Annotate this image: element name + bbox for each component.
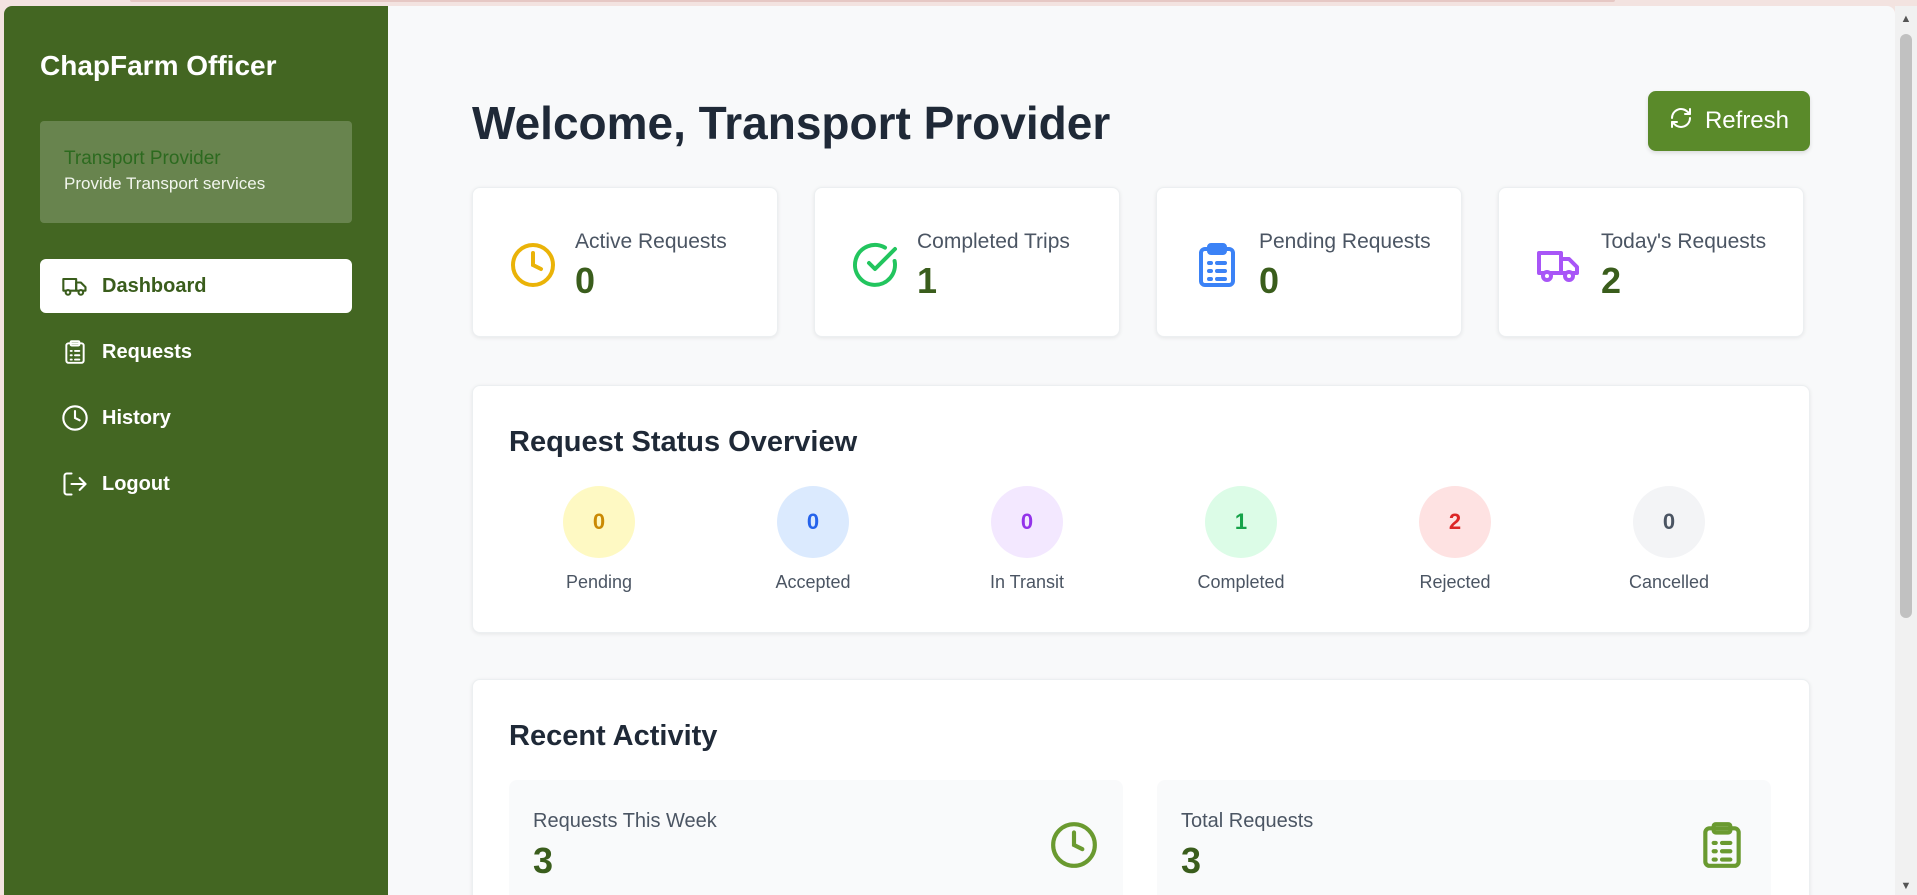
clock-icon <box>1049 820 1099 870</box>
sidebar-item-label: Requests <box>102 340 193 363</box>
status-label: Completed <box>1197 572 1285 592</box>
status-pending: 0 Pending <box>529 486 669 593</box>
sidebar-item-label: Dashboard <box>102 274 207 297</box>
clock-icon <box>509 241 557 289</box>
status-label: Rejected <box>1419 572 1491 592</box>
app-window: ChapFarm Officer Transport Provider Prov… <box>4 6 1895 895</box>
stat-card-pending-requests: Pending Requests 0 <box>1156 187 1462 337</box>
status-count: 1 <box>1205 486 1277 558</box>
stat-card-todays-requests: Today's Requests 2 <box>1498 187 1804 337</box>
page-title: Welcome, Transport Provider <box>472 97 1111 149</box>
clipboard-icon <box>1193 241 1241 289</box>
activity-value: 3 <box>1181 840 1202 881</box>
clipboard-icon <box>60 337 90 367</box>
clipboard-icon <box>1697 820 1747 870</box>
truck-icon <box>60 271 90 301</box>
refresh-label: Refresh <box>1704 107 1790 134</box>
activity-label: Total Requests <box>1181 810 1314 832</box>
clock-icon <box>60 403 90 433</box>
status-count: 2 <box>1419 486 1491 558</box>
brand-title: ChapFarm Officer <box>40 50 277 81</box>
sidebar-nav: Dashboard Requests History Logout <box>40 259 352 523</box>
status-label: In Transit <box>989 572 1065 592</box>
stat-label: Pending Requests <box>1259 230 1431 253</box>
sidebar: ChapFarm Officer Transport Provider Prov… <box>4 6 388 895</box>
refresh-button[interactable]: Refresh <box>1648 91 1810 151</box>
status-in-transit: 0 In Transit <box>957 486 1097 593</box>
status-label: Accepted <box>775 572 851 592</box>
scroll-thumb[interactable] <box>1900 34 1912 618</box>
main-content: Welcome, Transport Provider Refresh Acti… <box>388 6 1871 895</box>
status-label: Cancelled <box>1628 572 1710 592</box>
status-cancelled: 0 Cancelled <box>1599 486 1739 593</box>
page-scrollbar[interactable]: ▲ ▼ <box>1895 6 1917 895</box>
activity-card-requests-this-week: Requests This Week 3 <box>509 780 1123 895</box>
status-label: Pending <box>565 572 633 592</box>
role-card: Transport Provider Provide Transport ser… <box>40 121 352 223</box>
stat-value: 1 <box>917 260 938 301</box>
status-count: 0 <box>777 486 849 558</box>
status-overview-panel: Request Status Overview 0 Pending 0 Acce… <box>472 385 1810 633</box>
scroll-down-arrow-icon[interactable]: ▼ <box>1899 879 1913 893</box>
activity-value: 3 <box>533 840 554 881</box>
activity-card-total-requests: Total Requests 3 <box>1157 780 1771 895</box>
sidebar-item-label: Logout <box>102 472 170 495</box>
stat-value: 0 <box>575 260 596 301</box>
status-rejected: 2 Rejected <box>1385 486 1525 593</box>
activity-label: Requests This Week <box>533 810 717 832</box>
status-count: 0 <box>1633 486 1705 558</box>
check-circle-icon <box>851 241 899 289</box>
status-count: 0 <box>563 486 635 558</box>
stat-card-active-requests: Active Requests 0 <box>472 187 778 337</box>
status-count: 0 <box>991 486 1063 558</box>
stat-value: 2 <box>1601 260 1622 301</box>
recent-activity-title: Recent Activity <box>509 720 718 752</box>
sidebar-item-requests[interactable]: Requests <box>40 325 352 379</box>
recent-activity-panel: Recent Activity Requests This Week 3 Tot… <box>472 679 1810 895</box>
stat-card-completed-trips: Completed Trips 1 <box>814 187 1120 337</box>
tab-highlight <box>130 0 1615 2</box>
status-overview-title: Request Status Overview <box>509 426 858 458</box>
sidebar-item-logout[interactable]: Logout <box>40 457 352 511</box>
role-subtitle: Provide Transport services <box>64 174 266 193</box>
status-completed: 1 Completed <box>1171 486 1311 593</box>
scroll-up-arrow-icon[interactable]: ▲ <box>1899 12 1913 26</box>
role-title: Transport Provider <box>64 148 221 169</box>
refresh-icon <box>1669 106 1693 137</box>
sidebar-item-label: History <box>102 406 171 429</box>
stat-value: 0 <box>1259 260 1280 301</box>
stat-label: Today's Requests <box>1601 230 1767 253</box>
sidebar-item-history[interactable]: History <box>40 391 352 445</box>
status-accepted: 0 Accepted <box>743 486 883 593</box>
truck-icon <box>1535 241 1583 289</box>
stat-label: Active Requests <box>575 230 727 253</box>
logout-icon <box>60 469 90 499</box>
sidebar-item-dashboard[interactable]: Dashboard <box>40 259 352 313</box>
stat-label: Completed Trips <box>917 230 1070 253</box>
